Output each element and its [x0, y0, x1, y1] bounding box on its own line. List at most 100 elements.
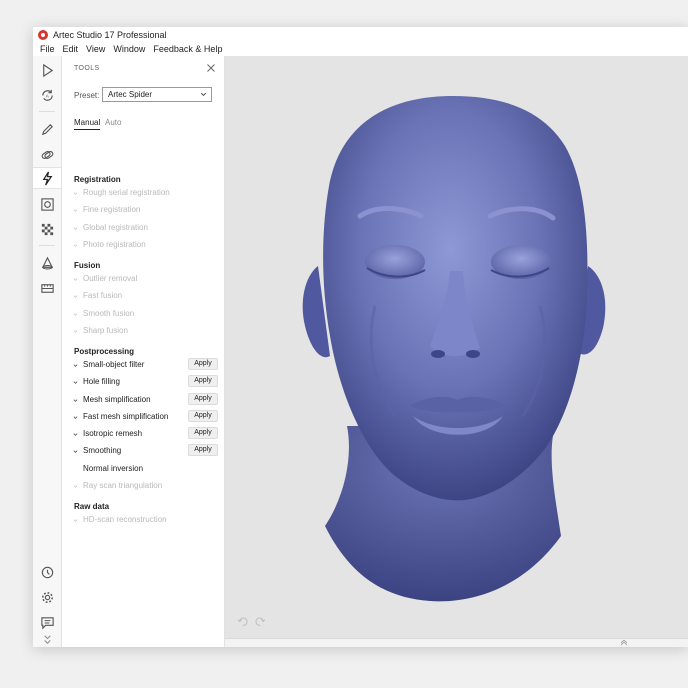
chevron-down-icon	[201, 92, 206, 96]
tool-row[interactable]: Hole filling Apply	[72, 375, 218, 389]
chevron-down-icon[interactable]	[73, 449, 78, 454]
preset-select[interactable]: Artec Spider	[102, 87, 212, 102]
chevron-down-icon[interactable]	[73, 243, 78, 248]
edit-button[interactable]	[37, 119, 57, 139]
pencil-icon	[41, 123, 53, 135]
tool-row: Global registration	[72, 221, 218, 235]
measure-button[interactable]	[37, 278, 57, 298]
menu-edit[interactable]: Edit	[63, 44, 79, 54]
tool-row: Fast fusion	[72, 289, 218, 303]
history-button[interactable]	[37, 562, 57, 582]
menu-bar: File Edit View Window Feedback & Help	[33, 42, 688, 56]
tool-label: Small-object filter	[83, 360, 145, 369]
tool-row[interactable]: Isotropic remesh Apply	[72, 427, 218, 441]
tool-label: Fine registration	[83, 205, 141, 215]
preset-label: Preset:	[74, 91, 100, 100]
tool-row[interactable]: Fast mesh simplification Apply	[72, 409, 218, 424]
tool-label: Rough serial registration	[83, 188, 170, 197]
history-icon	[41, 566, 53, 578]
section-heading: Postprocessing	[74, 347, 135, 356]
tool-label: Mesh simplification	[83, 394, 151, 404]
tool-label: Normal inversion	[83, 463, 144, 473]
chevron-down-icon[interactable]	[73, 415, 78, 420]
apply-button[interactable]: Apply	[188, 444, 218, 457]
tool-row: Outlier removal	[72, 272, 218, 286]
tool-label: Outlier removal	[83, 274, 138, 283]
chevron-down-icon[interactable]	[73, 191, 78, 196]
menu-feedback-help[interactable]: Feedback & Help	[153, 44, 222, 54]
menu-file[interactable]: File	[40, 44, 55, 54]
menu-view[interactable]: View	[86, 44, 105, 54]
tool-row[interactable]: Normal inversion	[72, 462, 218, 476]
cone-icon	[41, 256, 53, 269]
play-icon	[42, 63, 53, 77]
tool-label: Smoothing	[83, 446, 122, 456]
apply-button[interactable]: Apply	[188, 358, 218, 370]
section-heading: Fusion	[74, 261, 101, 270]
tab-auto[interactable]: Auto	[105, 118, 121, 127]
tool-label: Global registration	[83, 222, 148, 232]
apply-button[interactable]: Apply	[188, 375, 218, 388]
close-icon[interactable]	[206, 63, 216, 73]
app-window: Artec Studio 17 Professional File Edit V…	[33, 27, 688, 647]
tool-row: Smooth fusion	[72, 307, 218, 321]
tool-label: Ray scan triangulation	[83, 480, 163, 490]
3d-viewport[interactable]	[225, 56, 688, 638]
chevron-down-icon[interactable]	[73, 518, 78, 523]
chevron-down-icon[interactable]	[73, 380, 78, 385]
head-scan-model	[302, 96, 606, 602]
scan-sync-button[interactable]: A	[37, 85, 57, 105]
feedback-button[interactable]	[37, 612, 57, 632]
menu-window[interactable]: Window	[113, 44, 145, 54]
chevron-down-icon[interactable]	[73, 226, 78, 231]
primitive-button[interactable]	[37, 253, 57, 273]
tool-label: Smooth fusion	[83, 308, 135, 318]
double-chevron-down-icon	[43, 634, 51, 644]
chat-icon	[40, 616, 54, 629]
chevron-down-icon[interactable]	[73, 363, 78, 368]
undo-icon[interactable]	[237, 616, 248, 627]
chevron-down-icon[interactable]	[73, 294, 78, 299]
chevron-down-icon[interactable]	[73, 398, 78, 403]
tool-label: Isotropic remesh	[83, 429, 143, 438]
texture-button[interactable]	[37, 194, 57, 214]
toolbar-divider	[39, 111, 55, 112]
tab-manual[interactable]: Manual	[74, 118, 101, 130]
tool-label: Hole filling	[83, 377, 120, 387]
tool-row[interactable]: Smoothing Apply	[72, 444, 218, 458]
chevron-up-icon[interactable]	[620, 640, 628, 646]
tool-label: Sharp fusion	[83, 325, 128, 335]
apply-button[interactable]: Apply	[188, 427, 218, 439]
chevron-down-icon[interactable]	[73, 329, 78, 334]
tools-button[interactable]	[33, 167, 61, 189]
redo-icon[interactable]	[255, 616, 266, 627]
toolbar-divider	[39, 245, 55, 246]
chevron-down-icon[interactable]	[73, 208, 78, 213]
chevron-down-icon[interactable]	[73, 277, 78, 282]
section-heading: Raw data	[74, 502, 110, 511]
pills-icon	[41, 150, 53, 159]
tool-row: Ray scan triangulation	[72, 479, 218, 493]
pattern-button[interactable]	[37, 219, 57, 239]
chevron-down-icon[interactable]	[73, 312, 78, 317]
tool-row[interactable]: Mesh simplification Apply	[72, 392, 218, 407]
tool-row: Rough serial registration	[72, 186, 218, 200]
svg-text:A: A	[45, 93, 49, 98]
app-logo-icon	[38, 29, 48, 40]
settings-button[interactable]	[37, 587, 57, 607]
play-button[interactable]	[37, 60, 57, 80]
tool-label: Fast fusion	[83, 291, 123, 301]
measure-icon	[40, 283, 54, 293]
tool-row[interactable]: Small-object filter Apply	[72, 358, 218, 372]
apply-button[interactable]: Apply	[188, 409, 218, 422]
apply-button[interactable]: Apply	[188, 392, 218, 405]
chevron-down-icon[interactable]	[73, 432, 78, 437]
tools-icon	[42, 171, 52, 185]
chevron-down-icon[interactable]	[73, 484, 78, 489]
target-icon	[40, 197, 54, 211]
tool-label: Photo registration	[83, 239, 146, 249]
expand-toolbar-button[interactable]	[37, 632, 57, 646]
left-toolbar: A	[33, 56, 62, 647]
align-button[interactable]	[37, 144, 57, 164]
title-bar: Artec Studio 17 Professional	[33, 27, 688, 42]
